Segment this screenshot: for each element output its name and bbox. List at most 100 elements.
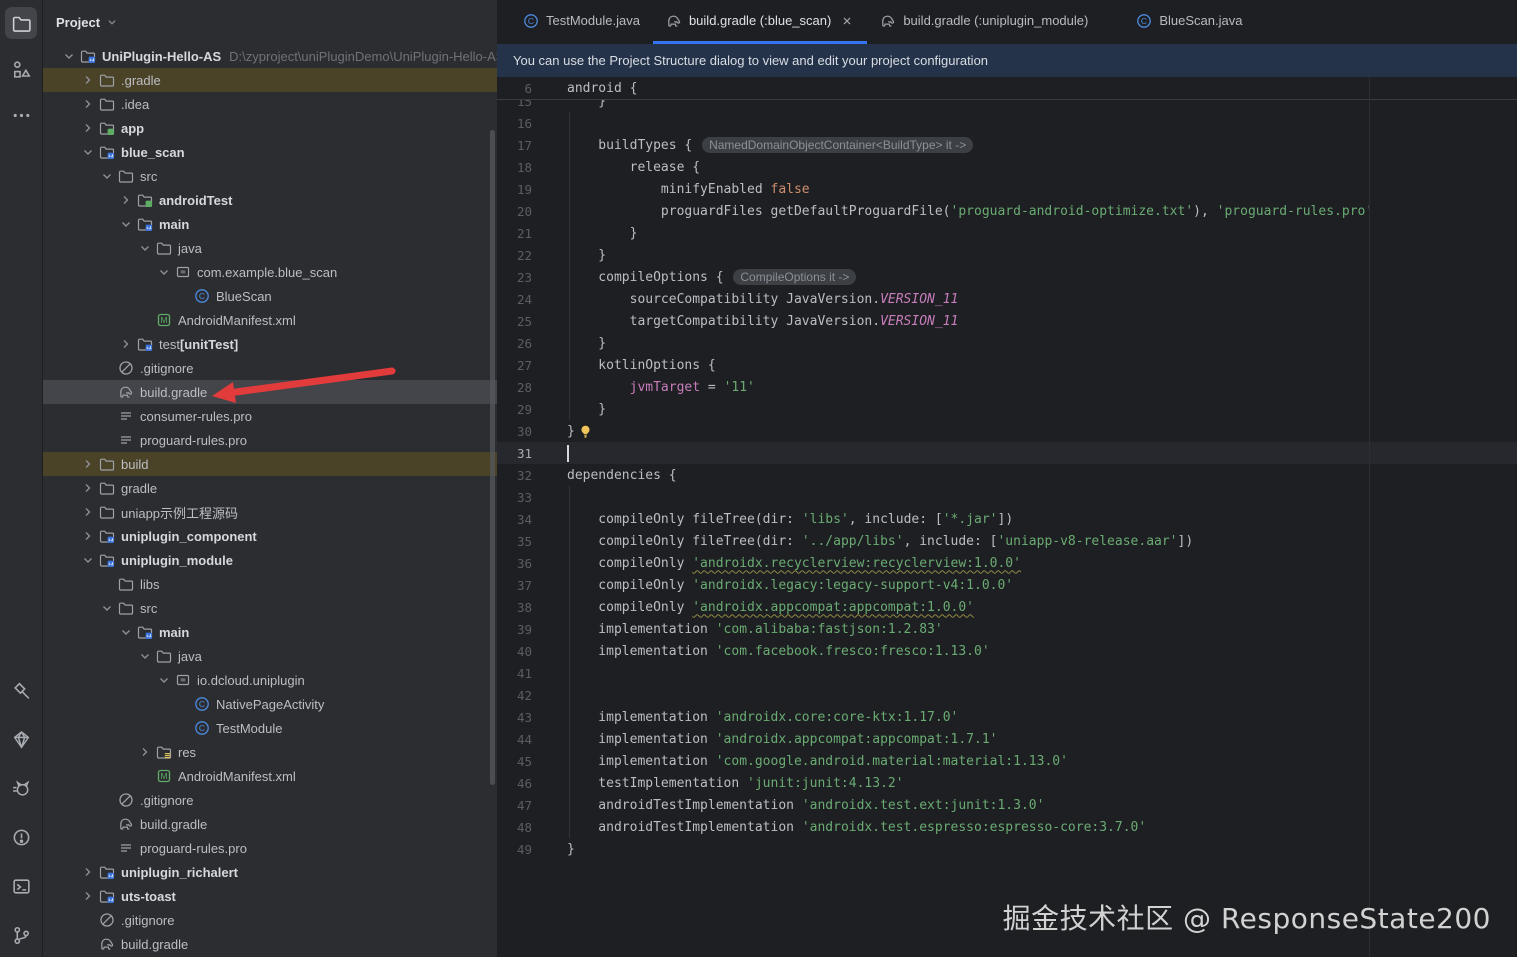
- chevron-down-icon[interactable]: [99, 600, 115, 616]
- code-line[interactable]: 23 compileOptions { CompileOptions it ->: [497, 266, 1517, 288]
- build-hammer-icon[interactable]: [5, 674, 37, 706]
- code-line[interactable]: 30}: [497, 420, 1517, 442]
- chevron-right-icon[interactable]: [137, 744, 153, 760]
- code-line[interactable]: 44 implementation 'androidx.appcompat:ap…: [497, 728, 1517, 750]
- tree-item[interactable]: androidTest: [43, 188, 497, 212]
- tree-item[interactable]: .gitignore: [43, 908, 497, 932]
- tree-item[interactable]: C BlueScan: [43, 284, 497, 308]
- tree-item[interactable]: java: [43, 644, 497, 668]
- chevron-down-icon[interactable]: [80, 144, 96, 160]
- sticky-code-line[interactable]: 6 android {: [497, 77, 1517, 100]
- chevron-down-icon[interactable]: [137, 648, 153, 664]
- tree-scrollbar[interactable]: [490, 130, 495, 785]
- tree-item[interactable]: build: [43, 452, 497, 476]
- code-editor[interactable]: 6 android {15 } 16 17 buildTypes { NamedDom…: [497, 77, 1517, 957]
- project-folder-icon[interactable]: [5, 7, 37, 39]
- tree-item[interactable]: res: [43, 740, 497, 764]
- chevron-down-icon[interactable]: [118, 216, 134, 232]
- code-line[interactable]: 42: [497, 684, 1517, 706]
- chevron-down-icon[interactable]: [80, 552, 96, 568]
- code-line[interactable]: 40 implementation 'com.facebook.fresco:f…: [497, 640, 1517, 662]
- chevron-right-icon[interactable]: [80, 456, 96, 472]
- code-line[interactable]: 20 proguardFiles getDefaultProguardFile(…: [497, 200, 1517, 222]
- code-line[interactable]: 17 buildTypes { NamedDomainObjectContain…: [497, 134, 1517, 156]
- code-line[interactable]: 21 }: [497, 222, 1517, 244]
- code-line-clipped[interactable]: 15 }: [497, 100, 1517, 112]
- code-line[interactable]: 31: [497, 442, 1517, 464]
- tree-item[interactable]: libs: [43, 572, 497, 596]
- tree-item[interactable]: com.example.blue_scan: [43, 260, 497, 284]
- tree-item[interactable]: proguard-rules.pro: [43, 428, 497, 452]
- chevron-right-icon[interactable]: [80, 480, 96, 496]
- tree-item[interactable]: .gradle: [43, 68, 497, 92]
- tree-item[interactable]: main: [43, 212, 497, 236]
- code-line[interactable]: 32 dependencies {: [497, 464, 1517, 486]
- tree-item[interactable]: .gitignore: [43, 788, 497, 812]
- tree-item[interactable]: .idea: [43, 92, 497, 116]
- chevron-right-icon[interactable]: [80, 528, 96, 544]
- close-icon[interactable]: [840, 14, 854, 28]
- editor-tab[interactable]: C TestModule.java: [510, 0, 653, 44]
- chevron-right-icon[interactable]: [118, 192, 134, 208]
- tree-item[interactable]: blue_scan: [43, 140, 497, 164]
- tree-item[interactable]: java: [43, 236, 497, 260]
- project-panel-title[interactable]: Project: [56, 15, 100, 30]
- chevron-right-icon[interactable]: [80, 72, 96, 88]
- code-line[interactable]: 47 androidTestImplementation 'androidx.t…: [497, 794, 1517, 816]
- tree-item[interactable]: io.dcloud.uniplugin: [43, 668, 497, 692]
- code-line[interactable]: 43 implementation 'androidx.core:core-kt…: [497, 706, 1517, 728]
- editor-tab[interactable]: build.gradle (:blue_scan): [652, 0, 868, 44]
- app-quality-insights-gem-icon[interactable]: [5, 723, 37, 755]
- more-tool-windows-icon[interactable]: [5, 99, 37, 131]
- chevron-right-icon[interactable]: [80, 504, 96, 520]
- code-line[interactable]: 35 compileOnly fileTree(dir: '../app/lib…: [497, 530, 1517, 552]
- code-line[interactable]: 19 minifyEnabled false: [497, 178, 1517, 200]
- code-line[interactable]: 39 implementation 'com.alibaba:fastjson:…: [497, 618, 1517, 640]
- tree-item[interactable]: gradle: [43, 476, 497, 500]
- code-line[interactable]: 41: [497, 662, 1517, 684]
- tree-item[interactable]: build.gradle: [43, 932, 497, 956]
- problems-icon[interactable]: [5, 821, 37, 853]
- tree-item[interactable]: UniPlugin-Hello-AS D:\zyproject\uniPlugin…: [43, 44, 497, 68]
- code-line[interactable]: 28 jvmTarget = '11': [497, 376, 1517, 398]
- tree-item[interactable]: uniplugin_component: [43, 524, 497, 548]
- code-line[interactable]: 46 testImplementation 'junit:junit:4.13.…: [497, 772, 1517, 794]
- chevron-down-icon[interactable]: [156, 672, 172, 688]
- code-line[interactable]: 27 kotlinOptions {: [497, 354, 1517, 376]
- chevron-right-icon[interactable]: [80, 120, 96, 136]
- tree-item[interactable]: build.gradle: [43, 380, 497, 404]
- tree-item[interactable]: M AndroidManifest.xml: [43, 764, 497, 788]
- chevron-down-icon[interactable]: [137, 240, 153, 256]
- version-control-branch-icon[interactable]: [5, 919, 37, 951]
- chevron-right-icon[interactable]: [80, 888, 96, 904]
- tree-item[interactable]: proguard-rules.pro: [43, 836, 497, 860]
- code-line[interactable]: 38 compileOnly 'androidx.appcompat:appco…: [497, 596, 1517, 618]
- code-line[interactable]: 48 androidTestImplementation 'androidx.t…: [497, 816, 1517, 838]
- code-line[interactable]: 34 compileOnly fileTree(dir: 'libs', inc…: [497, 508, 1517, 530]
- tree-item[interactable]: app: [43, 116, 497, 140]
- chevron-down-icon[interactable]: [156, 264, 172, 280]
- tree-item[interactable]: src: [43, 164, 497, 188]
- tree-item[interactable]: src: [43, 596, 497, 620]
- logcat-cat-icon[interactable]: [5, 772, 37, 804]
- tree-item[interactable]: uniplugin_module: [43, 548, 497, 572]
- intention-bulb-icon[interactable]: [578, 424, 593, 439]
- tree-item[interactable]: uniplugin_richalert: [43, 860, 497, 884]
- terminal-icon[interactable]: [5, 870, 37, 902]
- code-line[interactable]: 24 sourceCompatibility JavaVersion. VERSI…: [497, 288, 1517, 310]
- editor-tab[interactable]: build.gradle (:uniplugin_module): [867, 0, 1101, 44]
- chevron-right-icon[interactable]: [80, 96, 96, 112]
- editor-tab[interactable]: C BlueScan.java: [1123, 0, 1255, 44]
- tree-item[interactable]: consumer-rules.pro: [43, 404, 497, 428]
- tree-item[interactable]: C TestModule: [43, 716, 497, 740]
- code-line[interactable]: 26 }: [497, 332, 1517, 354]
- code-line[interactable]: 37 compileOnly 'androidx.legacy:legacy-s…: [497, 574, 1517, 596]
- chevron-right-icon[interactable]: [80, 864, 96, 880]
- tree-item[interactable]: .gitignore: [43, 356, 497, 380]
- chevron-down-icon[interactable]: [99, 168, 115, 184]
- tree-item[interactable]: uts-toast: [43, 884, 497, 908]
- chevron-down-icon[interactable]: [118, 624, 134, 640]
- code-line[interactable]: 18 release {: [497, 156, 1517, 178]
- structure-icon[interactable]: [5, 53, 37, 85]
- code-line[interactable]: 25 targetCompatibility JavaVersion. VERSI…: [497, 310, 1517, 332]
